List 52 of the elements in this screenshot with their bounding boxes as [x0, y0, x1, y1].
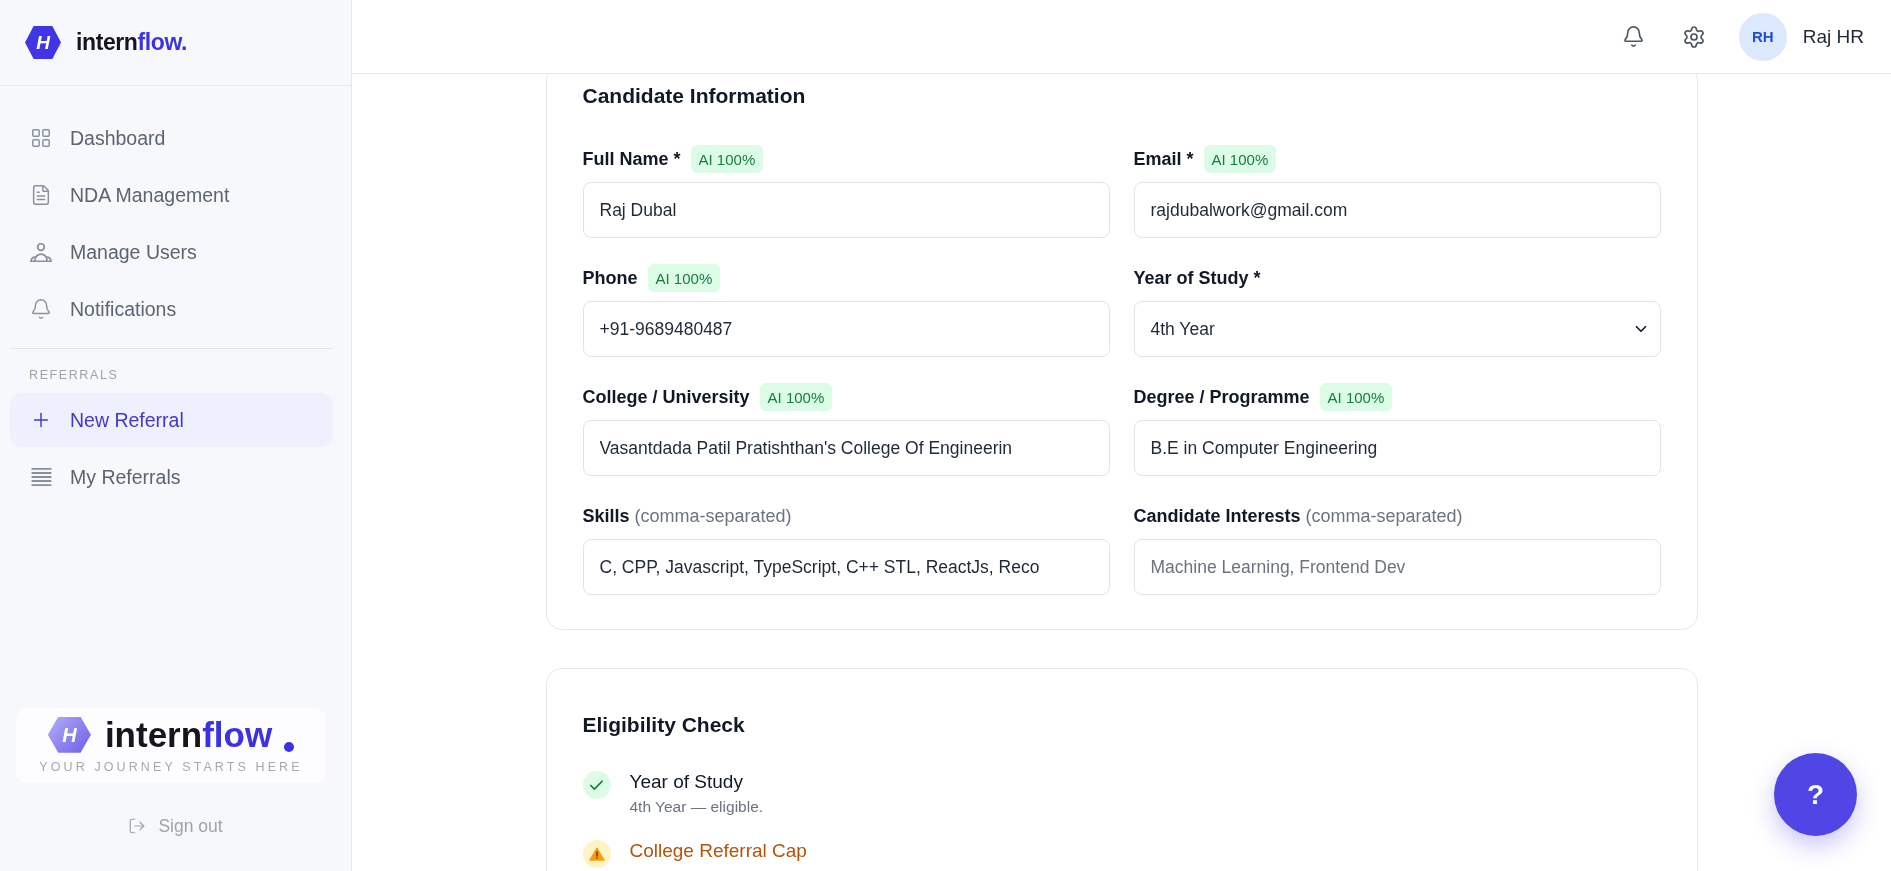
document-icon [30, 184, 52, 206]
check-title: Year of Study [629, 770, 743, 794]
ai-badge: AI 100% [1319, 383, 1393, 411]
input-field[interactable]: rajdubalwork@gmail.com [1133, 182, 1661, 238]
warning-icon [582, 840, 611, 868]
sidebar-item[interactable]: My Referrals [10, 450, 333, 504]
logo-dot-icon [284, 742, 295, 752]
help-button[interactable]: ? [1774, 753, 1857, 836]
select-field[interactable]: 4th Year [1133, 301, 1661, 357]
check-detail: 4th Year — eligible. [629, 797, 764, 817]
input-field[interactable]: B.E in Computer Engineering [1133, 420, 1661, 476]
tagline: YOUR JOURNEY STARTS HERE [39, 760, 303, 774]
input-field[interactable]: Raj Dubal [582, 182, 1110, 238]
input-field[interactable]: +91-9689480487 [582, 301, 1110, 357]
sidebar-item[interactable]: New Referral [10, 393, 333, 447]
sidebar-item[interactable]: Manage Users [10, 225, 333, 279]
ai-badge: AI 100% [690, 145, 764, 173]
section-title: Eligibility Check [582, 712, 746, 738]
logo-mark: H [47, 716, 91, 753]
grid-icon [30, 127, 52, 149]
field-label: Candidate Interests (comma-separated) [1133, 505, 1463, 527]
field-label: Full Name * [582, 148, 681, 170]
ai-badge: AI 100% [759, 383, 833, 411]
sidebar-item[interactable]: Notifications [10, 282, 333, 336]
bell-icon [1622, 25, 1646, 48]
input-field[interactable]: Machine Learning, Frontend Dev [1133, 539, 1661, 595]
sidebar-item[interactable]: NDA Management [10, 168, 333, 222]
field-label: Email * [1133, 148, 1194, 170]
field-label: Year of Study * [1133, 267, 1261, 289]
section-label: REFERRALS [29, 367, 119, 383]
ai-badge: AI 100% [1203, 145, 1277, 173]
logo-wordmark: internflow. [76, 29, 188, 56]
sign-out-icon [128, 817, 147, 835]
sidebar-item[interactable]: Dashboard [10, 111, 333, 165]
settings-icon [1681, 24, 1706, 49]
user-avatar[interactable]: RH [1738, 12, 1787, 61]
input-field[interactable]: C, CPP, Javascript, TypeScript, C++ STL, ReactJs, Reco [582, 539, 1110, 595]
bell-icon [30, 298, 52, 320]
field-label: Degree / Programme [1133, 386, 1310, 408]
logo-wordmark: internflow [104, 715, 273, 754]
logo-mark: H [25, 26, 61, 59]
ai-badge: AI 100% [647, 264, 721, 292]
section-title: Candidate Information [582, 83, 807, 109]
field-label: College / University [582, 386, 750, 408]
list-icon [30, 468, 52, 486]
check-icon [582, 771, 611, 799]
user-name: Raj HR [1802, 25, 1864, 48]
field-label: Phone [582, 267, 638, 289]
users-icon [30, 242, 52, 262]
check-title: College Referral Cap [629, 839, 807, 863]
field-label: Skills (comma-separated) [582, 505, 792, 527]
input-field[interactable]: Vasantdada Patil Pratishthan's College Of Engineerin [582, 420, 1110, 476]
